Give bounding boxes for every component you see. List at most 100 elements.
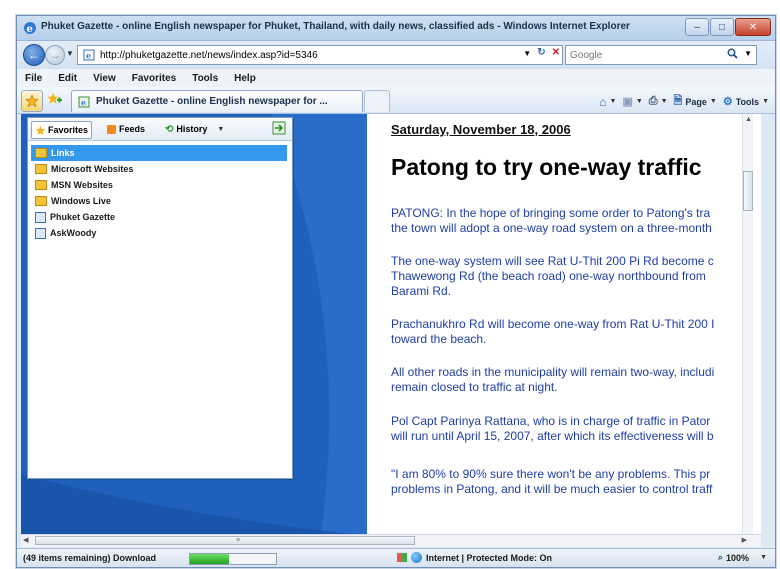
search-icon[interactable] bbox=[727, 48, 738, 62]
menu-tools[interactable]: Tools bbox=[184, 73, 226, 84]
svg-text:e: e bbox=[81, 97, 86, 107]
article-headline: Patong to try one-way traffic bbox=[391, 154, 702, 180]
window-controls: ‒ □ ✕ bbox=[684, 18, 771, 36]
paragraph-line: Prachanukhro Rd will become one-way from… bbox=[391, 317, 715, 331]
favorites-pane-tabs: Favorites Feeds ⟲ History ▼ bbox=[28, 118, 292, 141]
article-date: Saturday, November 18, 2006 bbox=[391, 122, 571, 137]
add-to-favorites-button[interactable] bbox=[47, 92, 63, 109]
status-text: (49 items remaining) Download bbox=[23, 553, 157, 563]
address-controls: ▼ ↻ ✕ bbox=[523, 47, 560, 58]
article-paragraph: The one-way system will see Rat U-Thit 2… bbox=[391, 254, 753, 299]
paragraph-line: PATONG: In the hope of bringing some ord… bbox=[391, 206, 711, 220]
scroll-left-icon[interactable]: ◀ bbox=[23, 536, 28, 544]
star-icon bbox=[25, 94, 39, 108]
address-bar: e ▼ ↻ ✕ bbox=[77, 45, 563, 65]
zone-label: Internet | Protected Mode: On bbox=[426, 552, 553, 563]
svg-text:e: e bbox=[86, 51, 91, 61]
favorite-folder-msn-websites[interactable]: MSN Websites bbox=[31, 177, 287, 193]
article-paragraph: Prachanukhro Rd will become one-way from… bbox=[391, 317, 753, 347]
close-icon: ✕ bbox=[748, 21, 758, 33]
page-menu-label: Page bbox=[685, 96, 707, 107]
vertical-scroll-thumb[interactable] bbox=[743, 171, 753, 211]
home-icon: ⌂ bbox=[599, 94, 607, 109]
command-bar: ⌂ ▼ ▣ ▼ ⎙ ▼ 🗎 Page ▼ ⚙ Tools ▼ bbox=[599, 92, 769, 111]
back-button[interactable]: ← bbox=[23, 44, 45, 66]
ie-logo-icon: e bbox=[24, 22, 36, 35]
recent-pages-dropdown[interactable]: ▼ bbox=[66, 49, 74, 58]
article-paragraph: PATONG: In the hope of bringing some ord… bbox=[391, 206, 753, 236]
tab-history-label: History bbox=[176, 124, 208, 134]
chevron-down-icon: ▼ bbox=[66, 49, 74, 58]
back-arrow-icon: ← bbox=[28, 48, 40, 62]
feeds-button[interactable]: ▣ ▼ bbox=[622, 95, 642, 108]
menu-view[interactable]: View bbox=[85, 73, 124, 84]
menu-help[interactable]: Help bbox=[226, 73, 264, 84]
search-options-dropdown[interactable]: ▼ bbox=[744, 49, 752, 58]
favorite-link-askwoody[interactable]: AskWoody bbox=[31, 225, 287, 241]
search-box: ▼ bbox=[565, 45, 757, 65]
folder-icon bbox=[35, 196, 47, 206]
tools-gear-icon: ⚙ bbox=[722, 96, 733, 108]
address-input[interactable] bbox=[100, 47, 440, 63]
favorite-label: MSN Websites bbox=[51, 180, 113, 190]
paragraph-line: Barami Rd. bbox=[391, 284, 452, 298]
article-paragraph: "I am 80% to 90% sure there won't be any… bbox=[391, 467, 753, 497]
minimize-button[interactable]: ‒ bbox=[685, 18, 709, 36]
menu-favorites[interactable]: Favorites bbox=[124, 73, 184, 84]
folder-icon bbox=[35, 180, 47, 190]
paragraph-line: will run until April 15, 2007, after whi… bbox=[391, 429, 714, 443]
tab-phuket-gazette[interactable]: e Phuket Gazette - online English newspa… bbox=[71, 90, 363, 112]
download-progress bbox=[189, 553, 277, 565]
paragraph-line: "I am 80% to 90% sure there won't be any… bbox=[391, 467, 711, 481]
favorite-label: AskWoody bbox=[50, 228, 97, 238]
page-menu-icon: 🗎 bbox=[673, 95, 683, 107]
stop-icon[interactable]: ✕ bbox=[552, 47, 560, 58]
favorite-label: Phuket Gazette bbox=[50, 212, 116, 222]
vertical-scrollbar[interactable]: ▲ bbox=[742, 114, 753, 534]
close-window-button[interactable]: ✕ bbox=[735, 18, 771, 36]
feed-icon: ▣ bbox=[622, 96, 633, 108]
new-tab-button[interactable] bbox=[364, 90, 390, 112]
minimize-icon: ‒ bbox=[694, 21, 700, 33]
tab-history[interactable]: ⟲ History ▼ bbox=[162, 121, 227, 137]
paragraph-line: The one-way system will see Rat U-Thit 2… bbox=[391, 254, 714, 268]
forward-button[interactable]: → bbox=[45, 45, 65, 65]
tab-feeds[interactable]: Feeds bbox=[104, 121, 148, 137]
pin-pane-icon[interactable] bbox=[272, 121, 286, 135]
paragraph-line: the town will adopt a one-way road syste… bbox=[391, 221, 712, 235]
zoom-control[interactable]: ⌕ 100% ▼ bbox=[718, 552, 767, 563]
paragraph-line: remain closed to traffic at night. bbox=[391, 380, 558, 394]
refresh-icon[interactable]: ↻ bbox=[537, 47, 545, 58]
maximize-button[interactable]: □ bbox=[710, 18, 734, 36]
tools-menu-label: Tools bbox=[735, 96, 760, 107]
webpage-icon bbox=[35, 227, 46, 239]
favorite-folder-links[interactable]: Links bbox=[31, 145, 287, 161]
search-input[interactable] bbox=[570, 47, 720, 63]
popup-blocker-icon bbox=[397, 553, 407, 562]
paragraph-line: toward the beach. bbox=[391, 332, 487, 346]
tab-favorites[interactable]: Favorites bbox=[31, 121, 93, 139]
print-button[interactable]: ⎙ ▼ bbox=[649, 95, 668, 108]
favorites-center-button[interactable] bbox=[21, 90, 43, 112]
favorite-folder-windows-live[interactable]: Windows Live bbox=[31, 193, 287, 209]
scroll-right-icon[interactable]: ▶ bbox=[742, 536, 747, 544]
horizontal-scrollbar[interactable]: ◀ ≡ ▶ bbox=[21, 534, 761, 547]
scroll-up-icon[interactable]: ▲ bbox=[745, 116, 752, 123]
menu-edit[interactable]: Edit bbox=[50, 73, 85, 84]
page-menu-button[interactable]: 🗎 Page ▼ bbox=[674, 92, 717, 111]
webpage-icon bbox=[35, 211, 46, 223]
chevron-down-icon: ▼ bbox=[760, 554, 767, 561]
horizontal-scroll-thumb[interactable]: ≡ bbox=[35, 536, 415, 545]
favorite-folder-microsoft-websites[interactable]: Microsoft Websites bbox=[31, 161, 287, 177]
menu-file[interactable]: File bbox=[17, 73, 50, 84]
svg-text:e: e bbox=[27, 24, 33, 35]
page-icon: e bbox=[83, 49, 95, 61]
security-zone[interactable]: Internet | Protected Mode: On bbox=[397, 552, 552, 563]
home-button[interactable]: ⌂ ▼ bbox=[599, 95, 616, 109]
address-dropdown-icon[interactable]: ▼ bbox=[523, 49, 531, 58]
folder-icon bbox=[35, 148, 47, 158]
favorite-link-phuket-gazette[interactable]: Phuket Gazette bbox=[31, 209, 287, 225]
tools-menu-button[interactable]: ⚙ Tools ▼ bbox=[723, 95, 769, 108]
favorite-label: Windows Live bbox=[51, 196, 111, 206]
favorite-label: Microsoft Websites bbox=[51, 164, 134, 174]
